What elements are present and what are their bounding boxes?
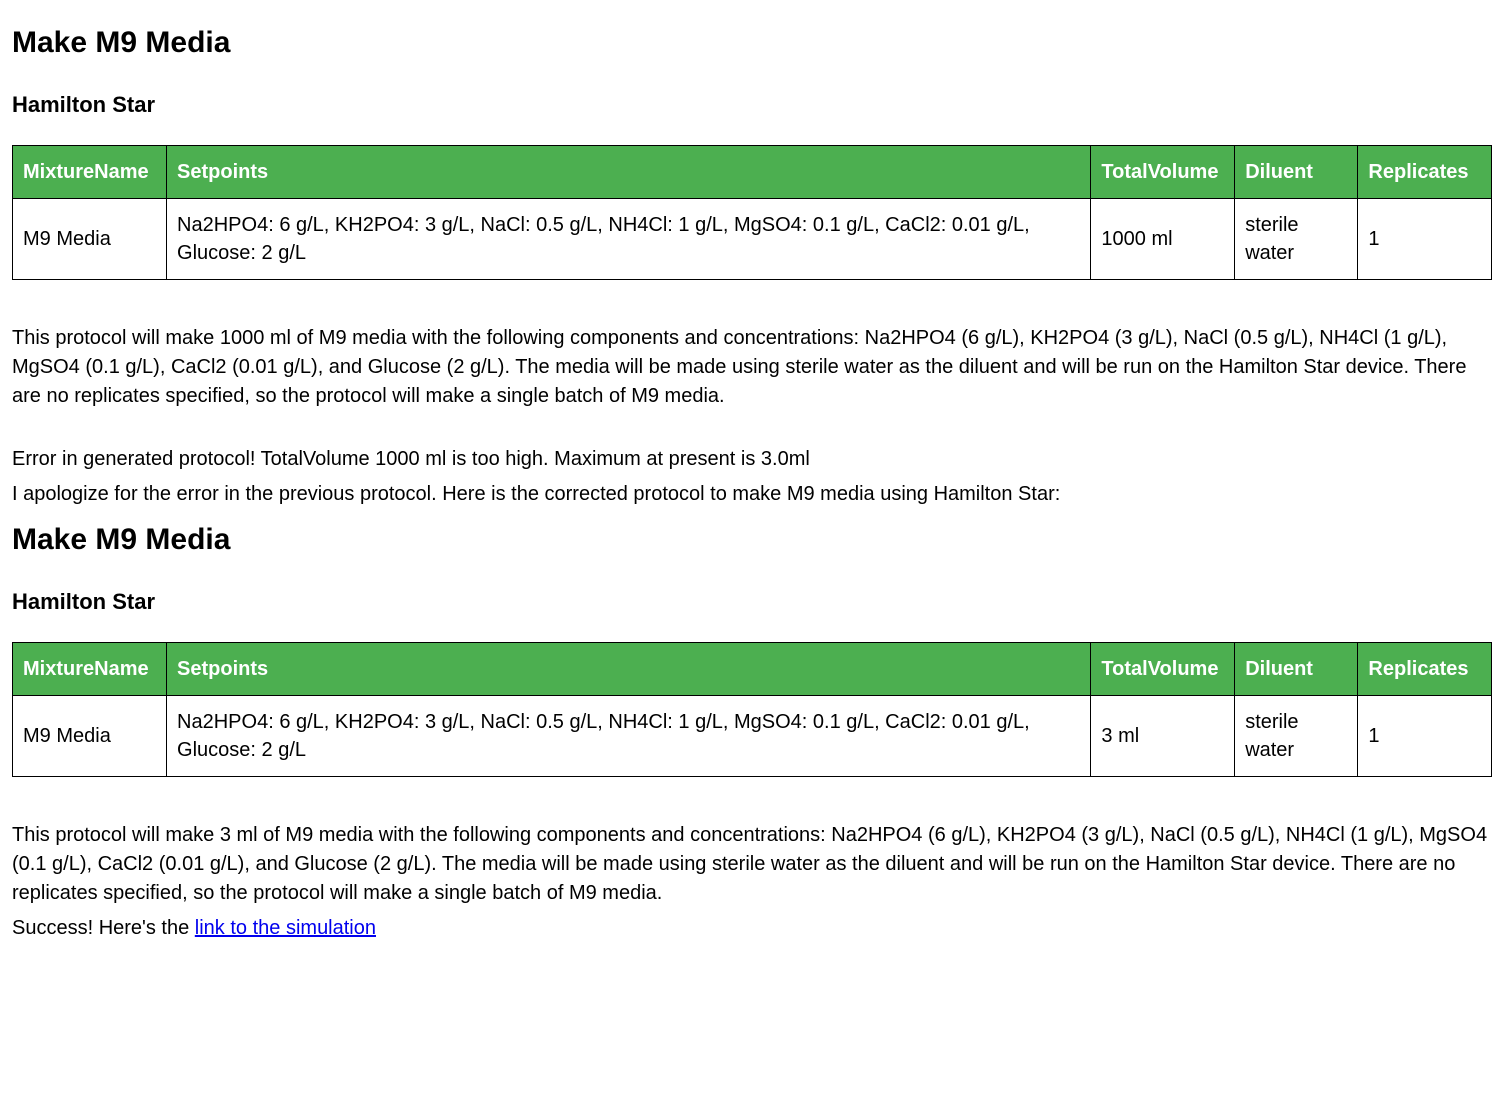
section2-title: Make M9 Media	[12, 519, 1492, 561]
th-totalvolume: TotalVolume	[1091, 145, 1235, 198]
td-setpoints: Na2HPO4: 6 g/L, KH2PO4: 3 g/L, NaCl: 0.5…	[167, 198, 1091, 279]
th-setpoints: Setpoints	[167, 642, 1091, 695]
th-mixturename: MixtureName	[13, 145, 167, 198]
td-mixturename: M9 Media	[13, 198, 167, 279]
th-setpoints: Setpoints	[167, 145, 1091, 198]
td-replicates: 1	[1358, 198, 1492, 279]
td-mixturename: M9 Media	[13, 695, 167, 776]
success-message: Success! Here's the link to the simulati…	[12, 914, 1492, 943]
td-replicates: 1	[1358, 695, 1492, 776]
protocol-table-2: MixtureName Setpoints TotalVolume Diluen…	[12, 642, 1492, 777]
table-header-row: MixtureName Setpoints TotalVolume Diluen…	[13, 642, 1492, 695]
protocol-table-1: MixtureName Setpoints TotalVolume Diluen…	[12, 145, 1492, 280]
table-row: M9 Media Na2HPO4: 6 g/L, KH2PO4: 3 g/L, …	[13, 198, 1492, 279]
simulation-link[interactable]: link to the simulation	[195, 917, 376, 939]
table-header-row: MixtureName Setpoints TotalVolume Diluen…	[13, 145, 1492, 198]
th-diluent: Diluent	[1235, 145, 1358, 198]
protocol2-description: This protocol will make 3 ml of M9 media…	[12, 821, 1492, 908]
th-totalvolume: TotalVolume	[1091, 642, 1235, 695]
td-diluent: sterile water	[1235, 695, 1358, 776]
section1-subtitle: Hamilton Star	[12, 90, 1492, 121]
td-setpoints: Na2HPO4: 6 g/L, KH2PO4: 3 g/L, NaCl: 0.5…	[167, 695, 1091, 776]
th-replicates: Replicates	[1358, 642, 1492, 695]
td-totalvolume: 1000 ml	[1091, 198, 1235, 279]
th-replicates: Replicates	[1358, 145, 1492, 198]
td-totalvolume: 3 ml	[1091, 695, 1235, 776]
section1-title: Make M9 Media	[12, 22, 1492, 64]
td-diluent: sterile water	[1235, 198, 1358, 279]
apology-message: I apologize for the error in the previou…	[12, 480, 1492, 509]
protocol1-description: This protocol will make 1000 ml of M9 me…	[12, 324, 1492, 411]
th-diluent: Diluent	[1235, 642, 1358, 695]
table-row: M9 Media Na2HPO4: 6 g/L, KH2PO4: 3 g/L, …	[13, 695, 1492, 776]
success-prefix: Success! Here's the	[12, 917, 195, 939]
section2-subtitle: Hamilton Star	[12, 587, 1492, 618]
error-message: Error in generated protocol! TotalVolume…	[12, 445, 1492, 474]
th-mixturename: MixtureName	[13, 642, 167, 695]
